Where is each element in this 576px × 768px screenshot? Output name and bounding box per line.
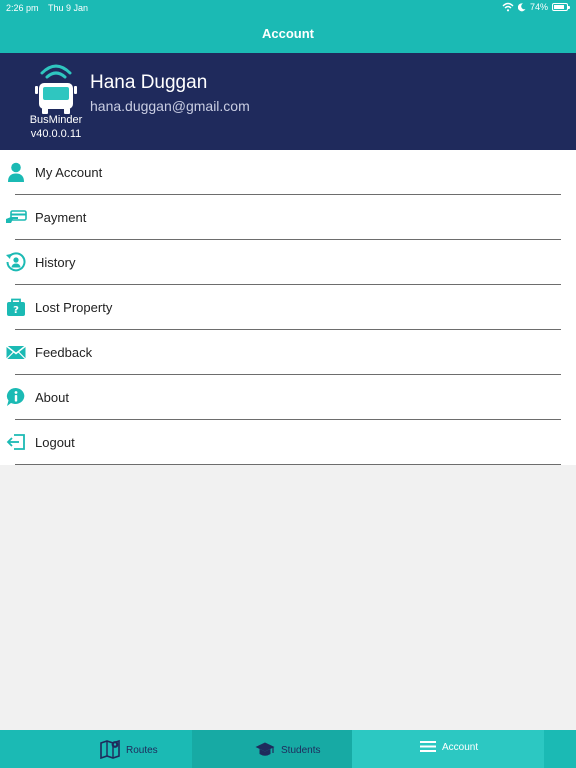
history-icon — [5, 251, 27, 273]
info-icon — [5, 386, 27, 408]
page-title: Account — [262, 26, 314, 41]
moon-icon — [517, 2, 526, 12]
user-name: Hana Duggan — [90, 72, 208, 93]
tab-bar-spacer — [544, 730, 576, 768]
menu-item-lost-property[interactable]: ? Lost Property — [0, 285, 576, 330]
svg-text:?: ? — [13, 305, 19, 316]
user-email: hana.duggan@gmail.com — [90, 98, 250, 114]
menu-item-payment[interactable]: Payment — [0, 195, 576, 240]
payment-icon — [5, 206, 27, 228]
tab-label: Routes — [126, 745, 158, 756]
graduation-cap-icon — [255, 739, 275, 762]
menu-item-feedback[interactable]: Feedback — [0, 330, 576, 375]
menu-item-label: My Account — [35, 165, 103, 180]
wifi-icon — [502, 2, 514, 12]
brand-name: BusMinder — [29, 114, 83, 126]
profile-header: BusMinder v40.0.0.11 Hana Duggan hana.du… — [0, 53, 576, 150]
lost-property-icon: ? — [5, 296, 27, 318]
menu-icon — [420, 739, 436, 756]
envelope-icon — [5, 341, 27, 363]
menu-item-label: Payment — [35, 210, 87, 225]
menu-item-label: Lost Property — [35, 300, 113, 315]
status-time: 2:26 pm — [6, 3, 39, 13]
menu-item-logout[interactable]: Logout — [0, 420, 576, 465]
app-version: v40.0.0.11 — [30, 128, 82, 140]
menu-item-history[interactable]: History — [0, 240, 576, 285]
menu-item-label: Logout — [35, 435, 75, 450]
divider — [15, 464, 561, 465]
tab-bar: Routes Students Account — [0, 730, 576, 768]
menu-item-label: About — [35, 390, 69, 405]
status-date: Thu 9 Jan — [48, 3, 89, 13]
busminder-logo-icon — [33, 61, 79, 117]
tab-account[interactable]: Account — [352, 730, 544, 768]
nav-bar: Account — [0, 16, 576, 53]
battery-percent: 74% — [529, 2, 548, 12]
tab-students[interactable]: Students — [192, 730, 352, 768]
map-icon — [100, 739, 120, 762]
menu-item-label: Feedback — [35, 345, 93, 360]
menu-item-about[interactable]: About — [0, 375, 576, 420]
user-icon — [5, 161, 27, 183]
tab-label: Students — [281, 745, 321, 756]
tab-routes[interactable]: Routes — [0, 730, 192, 768]
tab-label: Account — [442, 742, 479, 753]
logout-icon — [5, 431, 27, 453]
status-bar: 2:26 pm Thu 9 Jan 74% — [0, 0, 576, 16]
account-menu: My Account Payment History ? Lost Proper… — [0, 150, 576, 465]
menu-item-label: History — [35, 255, 76, 270]
battery-icon — [552, 3, 570, 11]
menu-item-my-account[interactable]: My Account — [0, 150, 576, 195]
app-brand: BusMinder v40.0.0.11 — [20, 113, 92, 141]
